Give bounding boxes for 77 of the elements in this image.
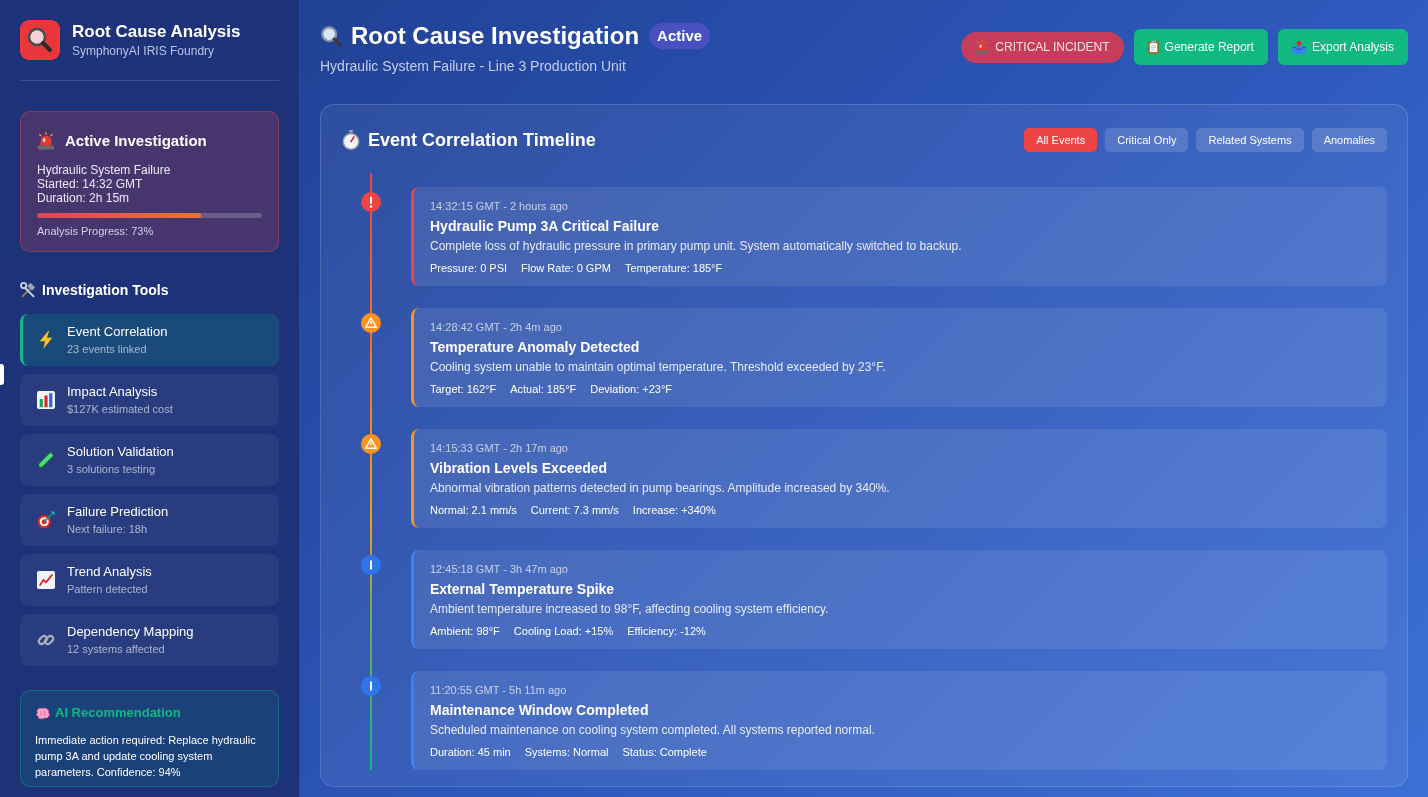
tool-item[interactable]: Solution Validation 3 solutions testing	[20, 434, 279, 486]
event-time: 12:45:18 GMT - 3h 47m ago	[430, 562, 569, 576]
tool-item[interactable]: Failure Prediction Next failure: 18h	[20, 494, 279, 546]
bar-chart-icon	[37, 391, 55, 409]
event-metric: Normal: 2.1 mm/s	[430, 503, 517, 517]
action-button[interactable]: Generate Report	[1133, 29, 1268, 65]
page-title: Root Cause Investigation	[351, 21, 640, 51]
siren-icon	[975, 40, 990, 54]
app-subtitle: SymphonyAI IRIS Foundry	[72, 43, 216, 59]
event-metric: Current: 7.3 mm/s	[530, 503, 619, 517]
app-title: Root Cause Analysis	[72, 21, 241, 42]
target-icon	[37, 511, 55, 529]
tool-item[interactable]: Trend Analysis Pattern detected	[20, 554, 279, 606]
event-title: Maintenance Window Completed	[430, 701, 650, 719]
event-metric: Duration: 45 min	[430, 745, 511, 759]
clipboard-icon	[1147, 40, 1159, 54]
line-chart-icon	[37, 571, 55, 589]
info-icon	[361, 676, 381, 696]
section-heading: Investigation Tools	[42, 281, 169, 299]
event-time: 14:32:15 GMT - 2 hours ago	[430, 199, 569, 213]
tool-item[interactable]: Dependency Mapping 12 systems affected	[20, 614, 279, 666]
action-button[interactable]: Export Analysis	[1277, 29, 1408, 65]
event-metric: Temperature: 185°F	[624, 261, 723, 275]
siren-icon	[37, 132, 55, 150]
event-time: 14:28:42 GMT - 2h 4m ago	[430, 320, 563, 334]
brain-icon	[35, 706, 51, 720]
magnifier-icon	[20, 20, 60, 60]
filter-button[interactable]: Related Systems	[1196, 128, 1304, 152]
alert-icon	[361, 192, 381, 212]
edge-handle[interactable]	[0, 364, 4, 385]
event-time: 11:20:55 GMT - 5h 11m ago	[430, 683, 568, 697]
event-metric: Increase: +340%	[632, 503, 716, 517]
test-tube-icon	[37, 451, 55, 469]
event-description: Cooling system unable to maintain optimal temperature. Threshold exceeded by 23°F.	[430, 359, 887, 375]
filter-button[interactable]: Critical Only	[1105, 128, 1189, 152]
tool-item[interactable]: Impact Analysis $127K estimated cost	[20, 374, 279, 426]
event-metric: Ambient: 98°F	[430, 624, 500, 638]
info-icon	[361, 555, 381, 575]
event-title: Vibration Levels Exceeded	[430, 459, 609, 477]
panel-title: Event Correlation Timeline	[368, 129, 596, 151]
event-title: Temperature Anomaly Detected	[430, 338, 641, 356]
event-description: Ambient temperature increased to 98°F, affecting cooling system efficiency.	[430, 601, 830, 617]
card-title: Active Investigation	[65, 131, 207, 151]
tool-item[interactable]: Event Correlation 23 events linked	[20, 314, 279, 366]
alert-button[interactable]: CRITICAL INCIDENT	[961, 31, 1124, 63]
investigation-detail: Duration: 2h 15m	[37, 191, 131, 205]
event-description: Complete loss of hydraulic pressure in primary pump unit. System automatically switched to backup.	[430, 238, 963, 254]
event-metric: Efficiency: -12%	[627, 624, 706, 638]
event-title: Hydraulic Pump 3A Critical Failure	[430, 217, 660, 235]
event-metric: Flow Rate: 0 GPM	[521, 261, 611, 275]
warning-icon	[361, 313, 381, 333]
page-subtitle: Hydraulic System Failure - Line 3 Production Unit	[320, 58, 627, 74]
event-metric: Deviation: +23°F	[590, 382, 673, 396]
warning-icon	[361, 434, 381, 454]
event-time: 14:15:33 GMT - 2h 17m ago	[430, 441, 569, 455]
progress-label: Analysis Progress: 73%	[37, 224, 155, 238]
filter-button[interactable]: Anomalies	[1311, 128, 1387, 152]
event-description: Abnormal vibration patterns detected in pump bearings. Amplitude increased by 340%.	[430, 480, 891, 496]
lightning-icon	[37, 331, 55, 349]
event-title: External Temperature Spike	[430, 580, 616, 598]
magnifier-icon	[320, 25, 342, 47]
investigation-detail: Hydraulic System Failure	[37, 163, 172, 177]
tools-icon	[20, 282, 36, 298]
event-metric: Actual: 185°F	[510, 382, 577, 396]
recommendation-text: Immediate action required: Replace hydraulic pump 3A and update cooling system parameters. Confidence: 94%	[35, 733, 257, 780]
event-metric: Target: 162°F	[430, 382, 497, 396]
event-metric: Systems: Normal	[524, 745, 609, 759]
event-metric: Status: Complete	[622, 745, 707, 759]
event-metric: Pressure: 0 PSI	[430, 261, 508, 275]
event-metric: Cooling Load: +15%	[513, 624, 614, 638]
tray-icon	[1291, 40, 1306, 54]
filter-button[interactable]: All Events	[1024, 128, 1098, 152]
stopwatch-icon	[341, 130, 361, 150]
status-badge: Active	[649, 23, 711, 49]
recommendation-title: AI Recommendation	[55, 704, 181, 722]
event-description: Scheduled maintenance on cooling system completed. All systems reported normal.	[430, 722, 876, 738]
investigation-detail: Started: 14:32 GMT	[37, 177, 144, 191]
